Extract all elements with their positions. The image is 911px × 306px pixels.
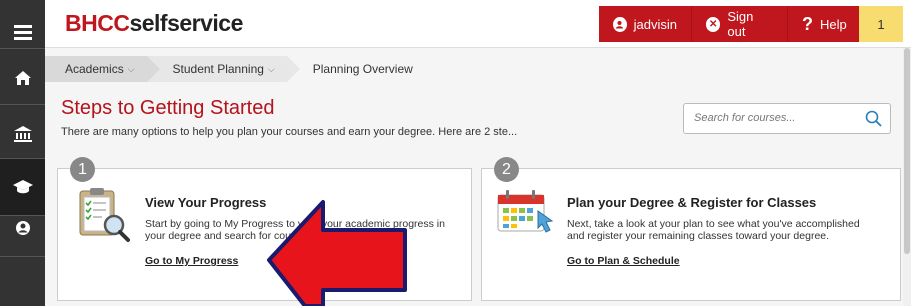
question-icon: ? [802,13,813,34]
sign-out-label: Sign out [727,9,754,39]
notification-count: 1 [877,16,885,32]
page-title: Steps to Getting Started [61,97,275,119]
close-circle-icon: ✕ [706,16,721,32]
breadcrumb-planning-overview: Planning Overview [312,62,413,76]
breadcrumb-student-planning[interactable]: Student Planning ⌵ [146,56,300,82]
step-title: View Your Progress [145,195,267,210]
breadcrumb: Academics ⌵ Student Planning ⌵ Planning Ov… [45,56,911,82]
home-icon[interactable] [0,50,45,106]
main-content: Academics ⌵ Student Planning ⌵ Planning Ov… [45,48,911,306]
annotation-arrow-icon [267,200,407,306]
course-search-input[interactable]: Search for courses... [683,103,891,134]
user-name: jadvisin [633,16,677,32]
chevron-down-icon: ⌵ [267,63,275,74]
step-number-badge: 1 [70,157,95,182]
user-circle-icon[interactable] [0,200,45,256]
step-card-2: 2 Plan your Degree & Register for Classe… [481,157,901,301]
search-placeholder: Search for courses... [694,112,796,124]
vertical-scrollbar[interactable] [903,48,911,306]
left-nav-rail [0,0,45,306]
top-header: BHCCselfservice jadvisin ✕ Sign out ? He… [45,0,911,48]
bank-icon[interactable] [0,106,45,162]
step-description: Next, take a look at your plan to see wh… [567,218,860,242]
help-label: Help [820,16,847,32]
go-to-my-progress-link[interactable]: Go to My Progress [145,255,238,267]
search-icon[interactable] [864,109,884,129]
sign-out-button[interactable]: ✕ Sign out [691,6,787,42]
step-title: Plan your Degree & Register for Classes [567,195,817,210]
go-to-plan-schedule-link[interactable]: Go to Plan & Schedule [567,255,680,267]
site-logo[interactable]: BHCCselfservice [65,10,243,37]
notification-button[interactable]: 1 [859,6,903,42]
step-number-badge: 2 [494,157,519,182]
calendar-icon [496,187,556,237]
scrollbar-thumb[interactable] [904,48,910,254]
chevron-down-icon: ⌵ [127,63,135,74]
page-subtitle: There are many options to help you plan … [61,126,518,138]
help-button[interactable]: ? Help [787,6,859,42]
progress-clipboard-icon [74,185,134,245]
user-menu-button[interactable]: jadvisin [599,6,691,42]
breadcrumb-academics[interactable]: Academics ⌵ [45,56,160,82]
user-icon [613,16,627,32]
